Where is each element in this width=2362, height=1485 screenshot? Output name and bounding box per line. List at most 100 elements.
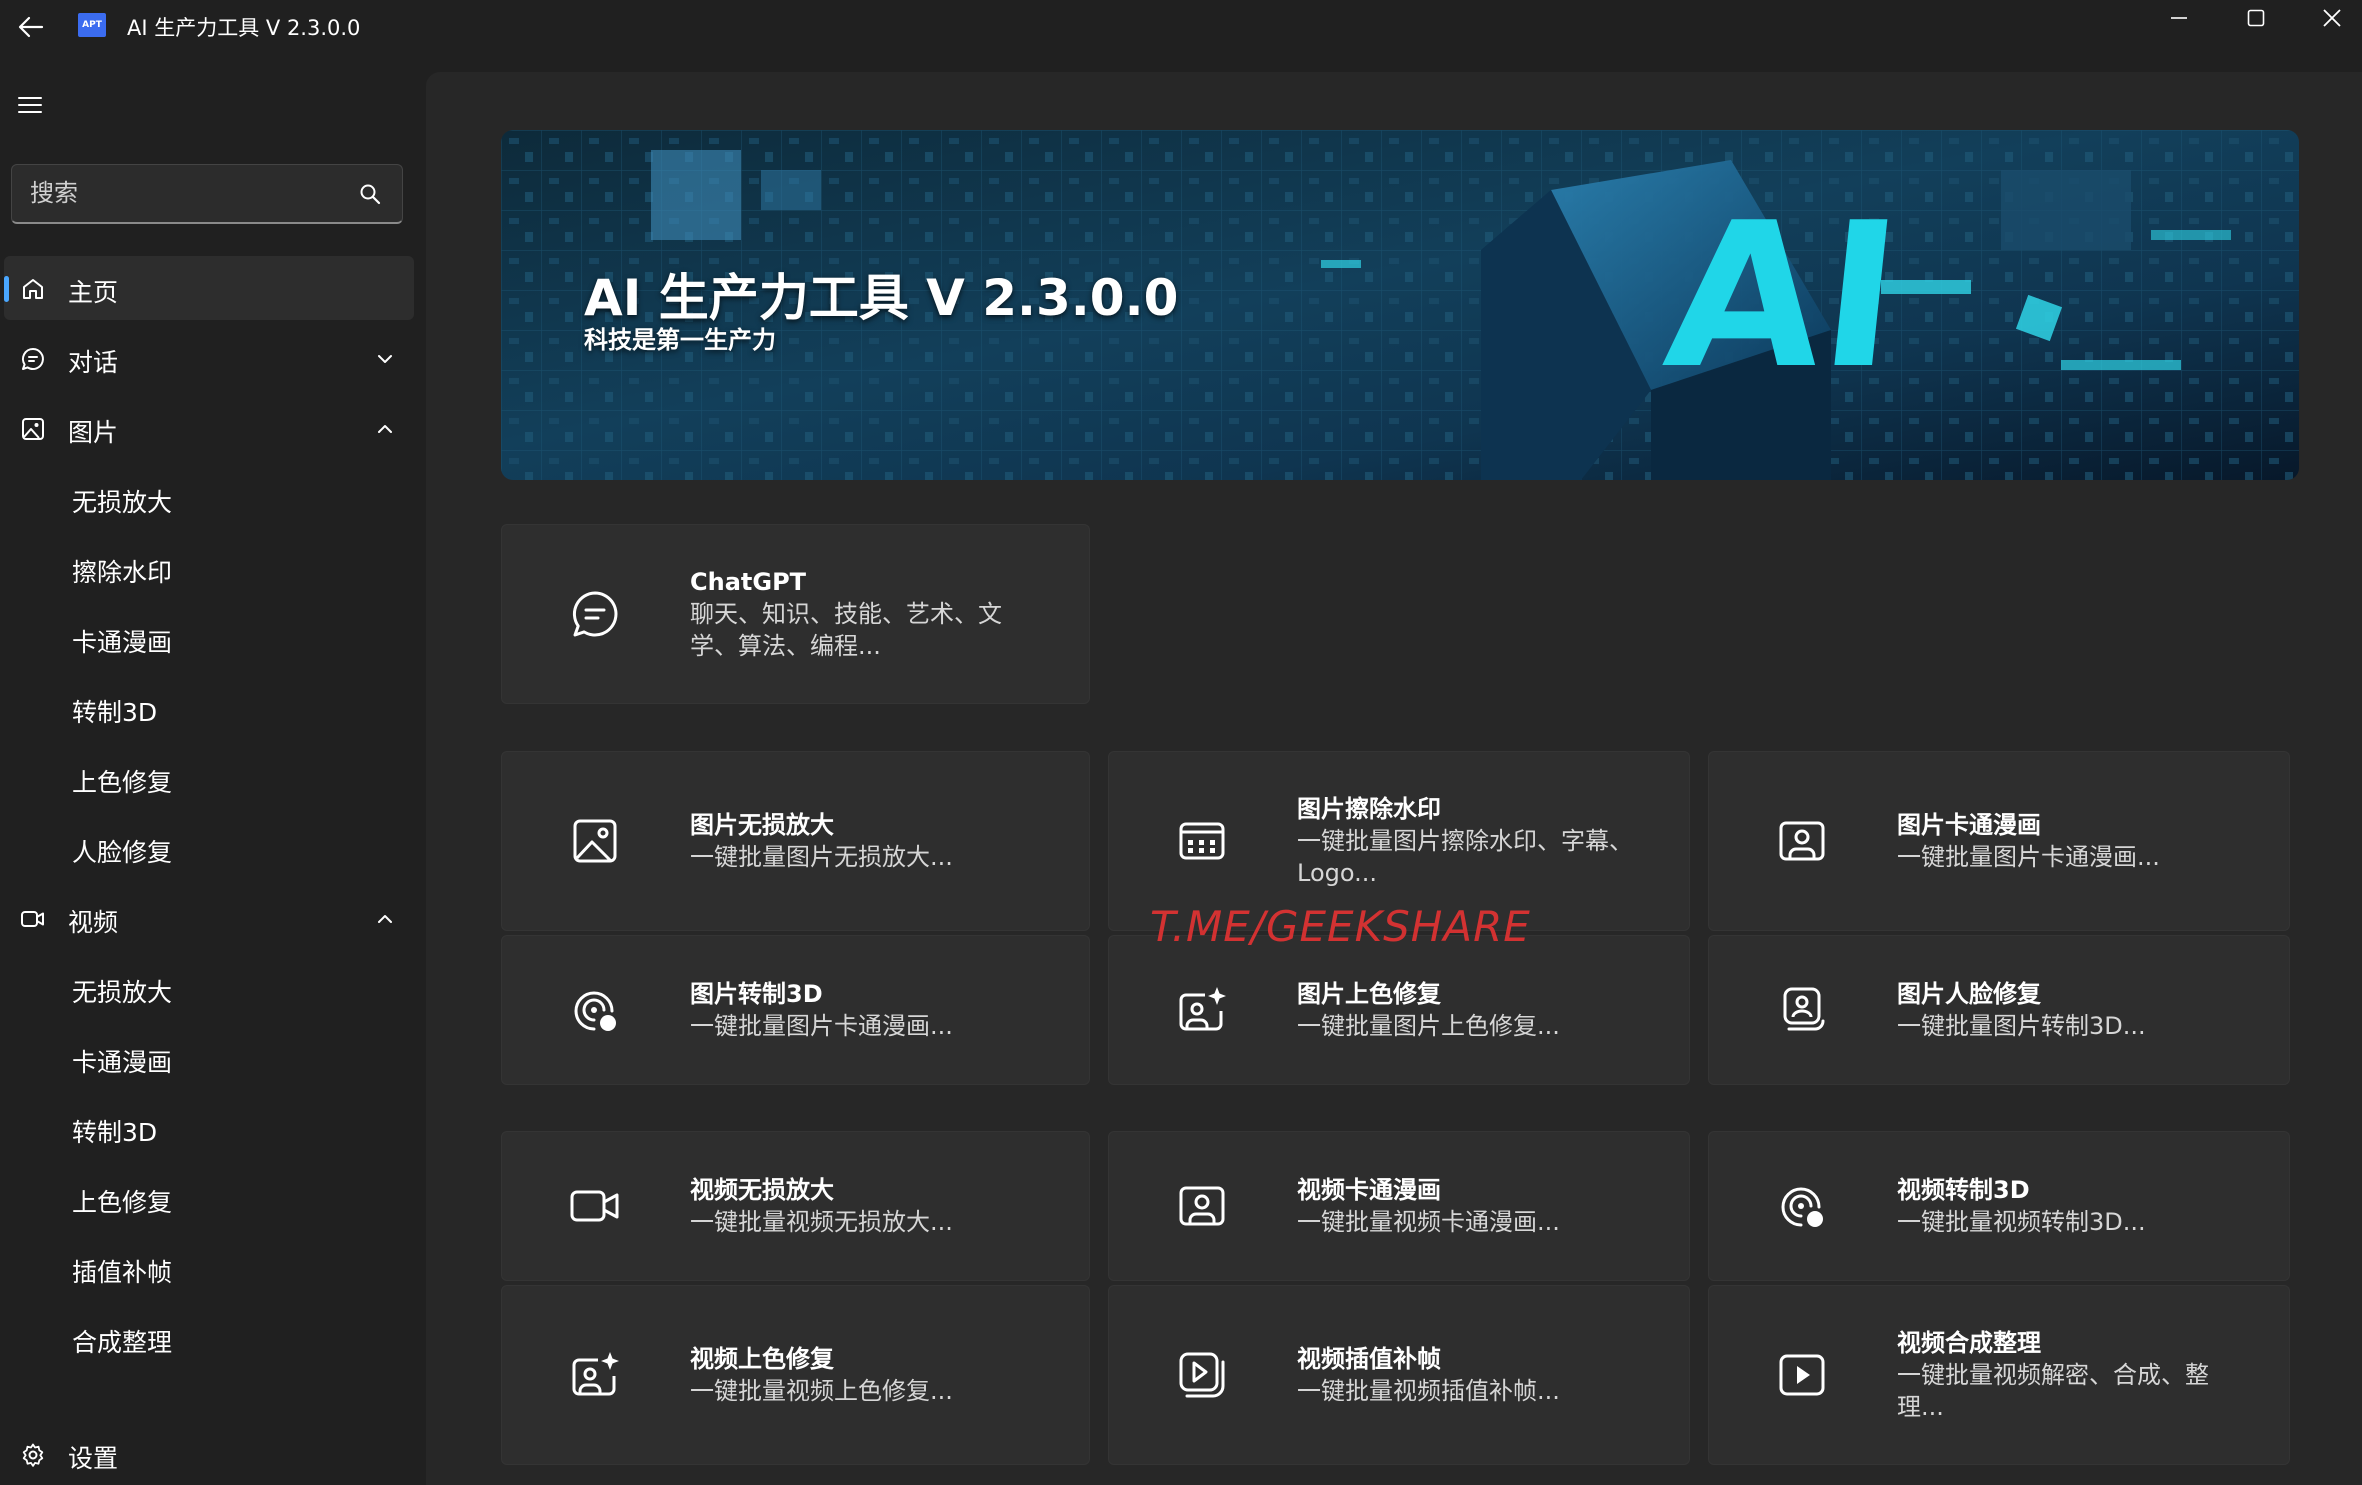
card-image-face[interactable]: 图片人脸修复 一键批量图片转制3D... bbox=[1708, 935, 2290, 1085]
sidebar-item-label: 设置 bbox=[68, 1444, 119, 1473]
sticker-3d-icon bbox=[1775, 1179, 1829, 1233]
sidebar-item-label: 转制3D bbox=[72, 698, 158, 727]
card-video-3d[interactable]: 视频转制3D 一键批量视频转制3D... bbox=[1708, 1131, 2290, 1281]
image-icon bbox=[20, 416, 46, 442]
image-icon bbox=[568, 814, 622, 868]
sidebar-item-video-interp[interactable]: 插值补帧 bbox=[4, 1236, 414, 1300]
card-title: 视频卡通漫画 bbox=[1297, 1176, 1441, 1204]
sidebar-item-image-cartoon[interactable]: 卡通漫画 bbox=[4, 606, 414, 670]
sidebar-item-label: 上色修复 bbox=[72, 768, 173, 797]
card-chatgpt[interactable]: ChatGPT 聊天、知识、技能、艺术、文学、算法、编程... bbox=[501, 524, 1090, 704]
card-desc: 一键批量视频插值补帧... bbox=[1297, 1377, 1560, 1405]
card-image-3d[interactable]: 图片转制3D 一键批量图片卡通漫画... bbox=[501, 935, 1090, 1085]
sidebar-item-label: 转制3D bbox=[72, 1118, 158, 1147]
sidebar-item-label: 擦除水印 bbox=[72, 558, 173, 587]
sidebar-item-label: 卡通漫画 bbox=[72, 628, 173, 657]
card-desc: 一键批量图片卡通漫画... bbox=[690, 1012, 953, 1040]
card-title: ChatGPT bbox=[690, 568, 807, 596]
sidebar-item-label: 主页 bbox=[68, 278, 119, 307]
card-video-color[interactable]: 视频上色修复 一键批量视频上色修复... bbox=[501, 1285, 1090, 1465]
card-title: 视频合成整理 bbox=[1897, 1329, 2041, 1357]
sidebar-item-video-cartoon[interactable]: 卡通漫画 bbox=[4, 1026, 414, 1090]
image-grid-icon bbox=[1175, 814, 1229, 868]
card-desc: 一键批量图片擦除水印、字幕、Logo... bbox=[1297, 827, 1633, 887]
chevron-down-icon[interactable] bbox=[376, 350, 394, 368]
back-arrow-icon[interactable] bbox=[16, 12, 46, 42]
card-title: 图片无损放大 bbox=[690, 811, 834, 839]
sticker-3d-icon bbox=[568, 983, 622, 1037]
card-desc: 一键批量图片上色修复... bbox=[1297, 1012, 1560, 1040]
maximize-button[interactable] bbox=[2230, 0, 2282, 36]
sidebar-item-chat[interactable]: 对话 bbox=[4, 326, 414, 390]
sidebar-item-image-3d[interactable]: 转制3D bbox=[4, 676, 414, 740]
sidebar-item-image[interactable]: 图片 bbox=[4, 396, 414, 460]
sidebar-item-label: 卡通漫画 bbox=[72, 1048, 173, 1077]
card-title: 视频上色修复 bbox=[690, 1345, 834, 1373]
search-input[interactable] bbox=[30, 165, 350, 221]
card-image-color[interactable]: 图片上色修复 一键批量图片上色修复... bbox=[1108, 935, 1690, 1085]
card-title: 图片转制3D bbox=[690, 980, 823, 1008]
sidebar-item-label: 图片 bbox=[68, 418, 119, 447]
sparkle-portrait-icon bbox=[1175, 983, 1229, 1037]
chat-icon bbox=[568, 587, 622, 641]
sidebar-item-image-color[interactable]: 上色修复 bbox=[4, 746, 414, 810]
card-image-cartoon[interactable]: 图片卡通漫画 一键批量图片卡通漫画... bbox=[1708, 751, 2290, 931]
card-video-merge[interactable]: 视频合成整理 一键批量视频解密、合成、整理... bbox=[1708, 1285, 2290, 1465]
video-camera-icon bbox=[568, 1179, 622, 1233]
search-box[interactable] bbox=[11, 164, 403, 224]
minimize-button[interactable] bbox=[2153, 0, 2205, 36]
sidebar-item-video-merge[interactable]: 合成整理 bbox=[4, 1306, 414, 1370]
sidebar-item-label: 对话 bbox=[68, 348, 119, 377]
card-desc: 一键批量视频转制3D... bbox=[1897, 1208, 2146, 1236]
sidebar-item-video-color[interactable]: 上色修复 bbox=[4, 1166, 414, 1230]
card-video-upscale[interactable]: 视频无损放大 一键批量视频无损放大... bbox=[501, 1131, 1090, 1281]
card-title: 图片卡通漫画 bbox=[1897, 811, 2041, 839]
card-desc: 一键批量图片卡通漫画... bbox=[1897, 843, 2160, 871]
portrait-icon bbox=[1175, 1179, 1229, 1233]
sidebar-item-image-watermark[interactable]: 擦除水印 bbox=[4, 536, 414, 600]
card-desc: 一键批量视频卡通漫画... bbox=[1297, 1208, 1560, 1236]
sidebar: 主页 对话 图片 无损放大 擦除水印 卡通漫画 转制3D 上色修复 人脸修复 视… bbox=[0, 52, 425, 1485]
video-stack-icon bbox=[1175, 1348, 1229, 1402]
chat-bubble-icon bbox=[20, 346, 46, 372]
watermark-text: T.ME/GEEKSHARE bbox=[1150, 902, 1531, 951]
sidebar-item-home[interactable]: 主页 bbox=[4, 256, 414, 320]
card-desc: 聊天、知识、技能、艺术、文学、算法、编程... bbox=[690, 600, 1002, 660]
video-camera-icon bbox=[20, 906, 46, 932]
search-icon[interactable] bbox=[358, 182, 382, 206]
portrait-icon bbox=[1775, 814, 1829, 868]
card-desc: 一键批量视频解密、合成、整理... bbox=[1897, 1361, 2209, 1421]
banner-subtitle: 科技是第一生产力 bbox=[584, 326, 776, 354]
gear-icon bbox=[20, 1442, 46, 1468]
active-indicator bbox=[4, 276, 9, 302]
sidebar-item-label: 合成整理 bbox=[72, 1328, 173, 1357]
hero-banner: AI AI 生产力工具 V 2.3.0.0 科技是第一生产力 bbox=[501, 130, 2299, 480]
sidebar-item-settings[interactable]: 设置 bbox=[4, 1422, 414, 1485]
card-image-upscale[interactable]: 图片无损放大 一键批量图片无损放大... bbox=[501, 751, 1090, 931]
sidebar-item-video-upscale[interactable]: 无损放大 bbox=[4, 956, 414, 1020]
sidebar-item-image-upscale[interactable]: 无损放大 bbox=[4, 466, 414, 530]
chevron-up-icon[interactable] bbox=[376, 910, 394, 928]
card-title: 视频转制3D bbox=[1897, 1176, 2030, 1204]
card-title: 视频插值补帧 bbox=[1297, 1345, 1441, 1373]
sidebar-item-label: 无损放大 bbox=[72, 488, 173, 517]
sidebar-item-image-face[interactable]: 人脸修复 bbox=[4, 816, 414, 880]
card-desc: 一键批量视频上色修复... bbox=[690, 1377, 953, 1405]
play-icon bbox=[1775, 1348, 1829, 1402]
sparkle-portrait-icon bbox=[568, 1348, 622, 1402]
sidebar-item-video-3d[interactable]: 转制3D bbox=[4, 1096, 414, 1160]
sidebar-item-video[interactable]: 视频 bbox=[4, 886, 414, 950]
card-desc: 一键批量图片无损放大... bbox=[690, 843, 953, 871]
card-video-interp[interactable]: 视频插值补帧 一键批量视频插值补帧... bbox=[1108, 1285, 1690, 1465]
card-video-cartoon[interactable]: 视频卡通漫画 一键批量视频卡通漫画... bbox=[1108, 1131, 1690, 1281]
chevron-up-icon[interactable] bbox=[376, 420, 394, 438]
hamburger-menu-icon[interactable] bbox=[16, 90, 46, 120]
face-stack-icon bbox=[1775, 983, 1829, 1037]
card-desc: 一键批量图片转制3D... bbox=[1897, 1012, 2146, 1040]
window-title: AI 生产力工具 V 2.3.0.0 bbox=[127, 16, 361, 40]
sidebar-item-label: 插值补帧 bbox=[72, 1258, 173, 1287]
home-icon bbox=[20, 276, 46, 302]
close-button[interactable] bbox=[2306, 0, 2358, 36]
card-title: 图片擦除水印 bbox=[1297, 795, 1441, 823]
sidebar-item-label: 人脸修复 bbox=[72, 838, 173, 867]
